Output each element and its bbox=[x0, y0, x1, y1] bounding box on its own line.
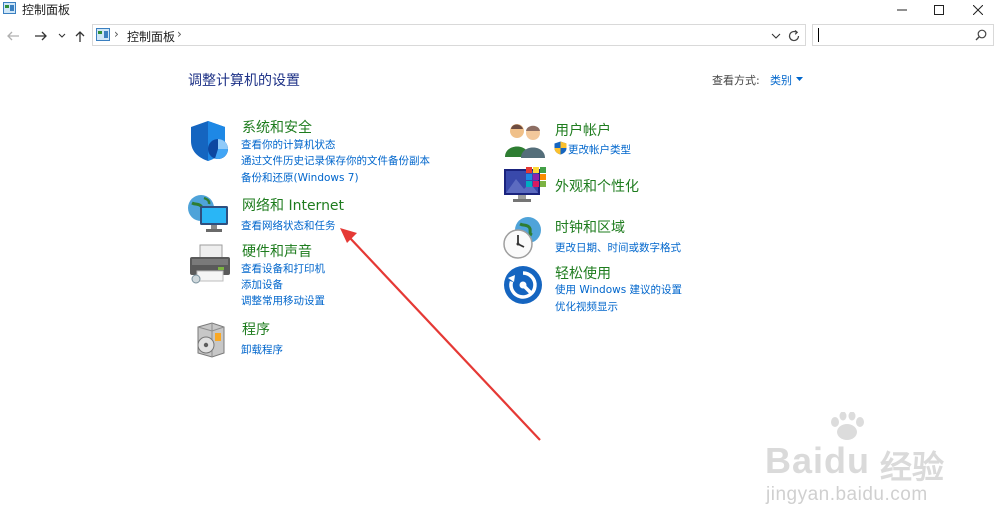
watermark-brand-a: Bai bbox=[765, 440, 825, 481]
watermark-brand-b: du bbox=[824, 440, 871, 481]
watermark-url: jingyan.baidu.com bbox=[766, 484, 928, 505]
baidu-paw-logo bbox=[831, 412, 864, 440]
watermark-brand: Baidu bbox=[765, 440, 870, 482]
watermark-brand-cn: 经验 bbox=[880, 448, 945, 486]
